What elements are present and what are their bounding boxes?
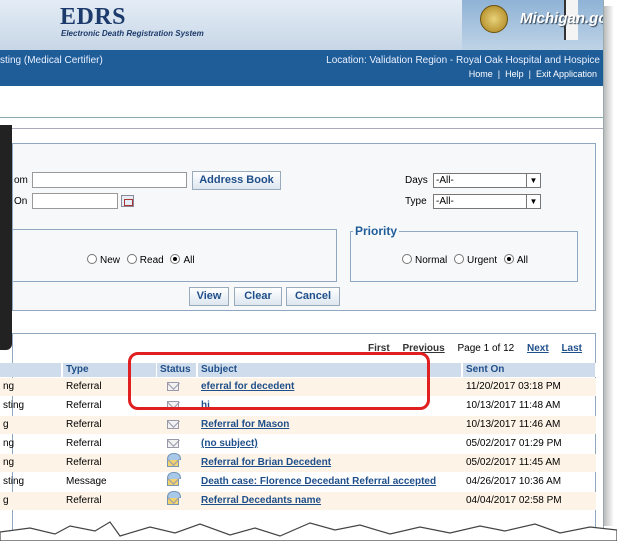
- radio-all-label: All: [183, 255, 195, 266]
- sent-on-label: On: [14, 196, 28, 207]
- days-value: -All-: [436, 175, 454, 186]
- cell-subject-link[interactable]: Referral for Mason: [201, 416, 461, 434]
- table-row[interactable]: ng Referral (no subject) 05/02/2017 01:29 P…: [0, 435, 596, 453]
- cell-type: Referral: [66, 419, 102, 430]
- envelope-icon: [167, 420, 179, 429]
- torn-edge: [0, 521, 617, 541]
- type-value: -All-: [436, 196, 454, 207]
- radio-normal[interactable]: [402, 254, 412, 264]
- overlay-panel-edge: [0, 125, 12, 350]
- next-link[interactable]: Next: [527, 343, 549, 354]
- cell-type: Referral: [66, 457, 102, 468]
- radio-read[interactable]: [126, 254, 137, 264]
- radio-new-label: New: [100, 255, 121, 266]
- divider: [0, 117, 603, 118]
- envelope-icon: [167, 439, 179, 448]
- last-link[interactable]: Last: [561, 343, 582, 354]
- radio-priority-all[interactable]: [503, 254, 514, 264]
- cell-sent-on: 05/02/2017 11:45 AM: [466, 457, 561, 468]
- michigan-gov-logo: Michigan.gov: [520, 10, 603, 27]
- user-role: sting (Medical Certifier): [0, 55, 103, 66]
- calendar-icon[interactable]: [121, 195, 134, 207]
- view-button[interactable]: View: [189, 287, 229, 306]
- header-links: Home | Help | Exit Application: [463, 69, 602, 79]
- cell-sent-on: 05/02/2017 01:29 PM: [466, 438, 562, 449]
- chevron-down-icon: ▼: [526, 195, 540, 208]
- read-status-radio-group[interactable]: New Read All: [87, 254, 199, 266]
- cell-subject-link[interactable]: (no subject): [201, 435, 461, 453]
- cell-subject-link[interactable]: Death case: Florence Decedant Referral a…: [201, 473, 461, 491]
- home-link[interactable]: Home: [464, 69, 498, 79]
- divider: [0, 128, 603, 129]
- clear-button[interactable]: Clear: [234, 287, 282, 306]
- radio-urgent-label: Urgent: [467, 255, 498, 266]
- type-select[interactable]: -All- ▼: [433, 194, 541, 209]
- priority-radio-group[interactable]: Normal Urgent All: [402, 254, 532, 266]
- table-row[interactable]: ng Referral Referral for Brian Decedent 05/…: [0, 453, 596, 472]
- from-input[interactable]: [32, 172, 187, 188]
- radio-new[interactable]: [87, 254, 97, 264]
- highlight-annotation: [128, 352, 430, 410]
- header: EDRS Electronic Death Registration Syste…: [0, 0, 603, 50]
- table-row[interactable]: sting Message Death case: Florence Decedan…: [0, 472, 596, 491]
- column-header-from: [0, 363, 62, 377]
- from-label: om: [14, 175, 28, 186]
- cell-subject-link[interactable]: Referral for Brian Decedent: [201, 454, 461, 472]
- radio-urgent[interactable]: [454, 254, 465, 264]
- chevron-down-icon: ▼: [526, 174, 540, 187]
- radio-normal-label: Normal: [415, 255, 448, 266]
- cell-from: sting: [3, 400, 25, 411]
- cell-sent-on: 10/13/2017 11:46 AM: [466, 419, 561, 430]
- sent-on-input[interactable]: [32, 193, 118, 209]
- cell-from: ng: [3, 438, 15, 449]
- table-row[interactable]: g Referral Referral for Mason 10/13/2017 11…: [0, 416, 596, 434]
- michigan-gov-banner: Michigan.gov: [462, 0, 603, 50]
- cell-from: sting: [3, 476, 25, 487]
- cell-sent-on: 10/13/2017 11:48 AM: [466, 400, 561, 411]
- radio-all[interactable]: [170, 254, 181, 264]
- address-book-button[interactable]: Address Book: [192, 171, 281, 190]
- radio-priority-all-label: All: [516, 255, 528, 266]
- envelope-open-icon: [167, 472, 181, 486]
- search-panel: [12, 143, 596, 311]
- edrs-logo-subtitle: Electronic Death Registration System: [61, 29, 204, 38]
- cell-from: ng: [3, 381, 15, 392]
- window-shadow: [604, 6, 614, 526]
- cell-type: Referral: [66, 438, 102, 449]
- priority-legend: Priority: [353, 224, 400, 238]
- edrs-window: EDRS Electronic Death Registration Syste…: [0, 0, 604, 530]
- page-indicator: Page 1 of 12: [457, 343, 515, 354]
- user-location-bar: sting (Medical Certifier) Location: Vali…: [0, 50, 603, 86]
- michigan-seal-icon: [480, 5, 508, 33]
- cell-from: g: [3, 419, 9, 430]
- exit-application-link[interactable]: Exit Application: [531, 69, 602, 79]
- envelope-open-icon: [167, 453, 181, 467]
- days-select[interactable]: -All- ▼: [433, 173, 541, 188]
- cell-type: Message: [66, 476, 107, 487]
- cell-sent-on: 04/26/2017 10:36 AM: [466, 476, 562, 487]
- radio-read-label: Read: [139, 255, 164, 266]
- days-label: Days: [405, 175, 428, 186]
- cancel-button[interactable]: Cancel: [286, 287, 340, 306]
- cell-sent-on: 11/20/2017 03:18 PM: [466, 381, 561, 392]
- type-label: Type: [405, 196, 427, 207]
- column-header-sent-on[interactable]: Sent On: [463, 363, 596, 377]
- location-text: Location: Validation Region - Royal Oak …: [326, 55, 600, 66]
- cell-from: ng: [3, 457, 15, 468]
- edrs-logo-title: EDRS: [60, 4, 127, 30]
- help-link[interactable]: Help: [500, 69, 529, 79]
